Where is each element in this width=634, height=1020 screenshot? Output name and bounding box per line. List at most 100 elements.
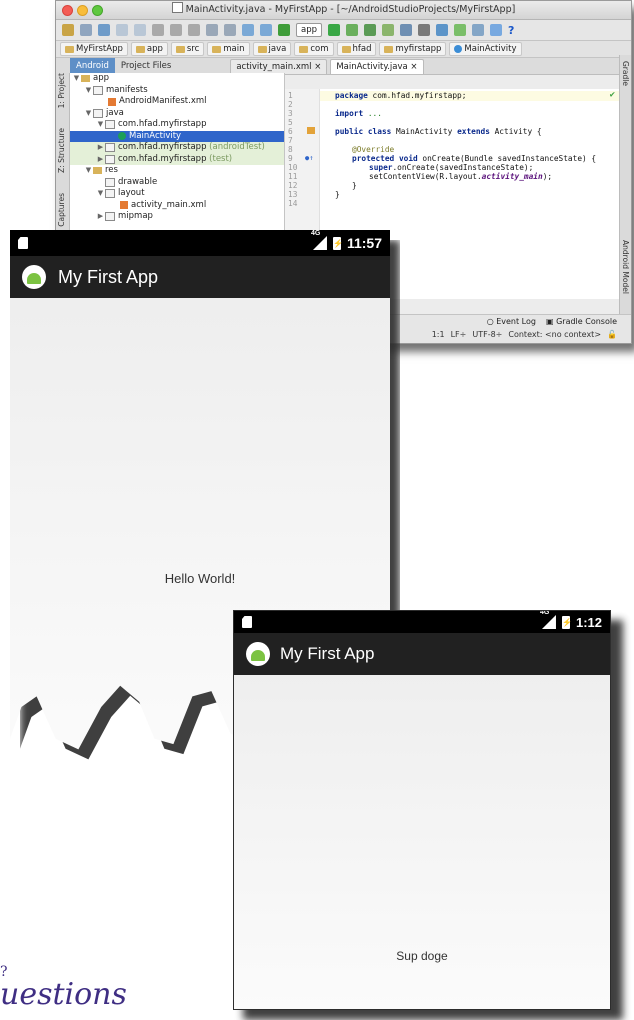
phone-status-bar: 4G 1:12 [234,611,610,633]
folder-icon [384,45,394,53]
open-folder-icon[interactable] [62,24,74,36]
gradle-tool-tab[interactable]: Gradle [621,61,630,86]
project-tool-tab[interactable]: 1: Project [57,73,66,108]
tree-item-layout[interactable]: ▼ layout [70,188,284,200]
breadcrumb-item[interactable]: main [207,42,250,56]
tree-item-manifests[interactable]: ▼ manifests [70,85,284,97]
folder-icon [135,45,145,53]
breadcrumb-item[interactable]: com [294,42,334,56]
cut-icon[interactable] [152,24,164,36]
project-structure-icon[interactable] [436,24,448,36]
class-icon [118,132,126,141]
tree-item-res[interactable]: ▼ res [70,165,284,177]
undo-icon[interactable] [116,24,128,36]
paste-icon[interactable] [188,24,200,36]
back-icon[interactable] [242,24,254,36]
tree-item-package-test[interactable]: ▶ com.hfad.myfirstapp (test) [70,153,284,165]
close-window-button[interactable] [62,5,73,16]
redo-icon[interactable] [134,24,146,36]
replace-icon[interactable] [224,24,236,36]
copy-icon[interactable] [170,24,182,36]
breadcrumb-item[interactable]: app [130,42,168,56]
attach-debugger-icon[interactable] [364,24,376,36]
tree-item-mipmap[interactable]: ▶ mipmap [70,211,284,223]
folder-icon [93,108,103,118]
find-icon[interactable] [206,24,218,36]
class-gutter-icon[interactable] [307,127,315,134]
line-number: 7 [288,136,293,145]
code-line: super.onCreate(savedInstanceState); [369,163,534,172]
code-line: } [352,181,357,190]
zoom-window-button[interactable] [92,5,103,16]
window-titlebar: MainActivity.java - MyFirstApp - [~/Andr… [56,1,631,20]
save-icon[interactable] [80,24,92,36]
breadcrumb-item[interactable]: src [170,42,205,56]
tab-android-view[interactable]: Android [70,58,115,74]
make-project-icon[interactable] [278,24,290,36]
sd-card-icon [18,237,28,249]
structure-tool-tab[interactable]: Z: Structure [57,128,66,173]
captures-tool-tab[interactable]: Captures [57,193,66,227]
tree-item-package-android-test[interactable]: ▶ com.hfad.myfirstapp (androidTest) [70,142,284,154]
gradle-console-button[interactable]: ▣ Gradle Console [546,317,617,326]
tree-item-app[interactable]: ▼ app [70,73,284,85]
profile-icon[interactable] [382,24,394,36]
tab-main-activity-java[interactable]: MainActivity.java × [330,58,424,74]
stop-icon[interactable] [418,24,430,36]
android-model-tool-tab[interactable]: Android Model [621,240,630,294]
android-icon [22,265,46,289]
minimize-window-button[interactable] [77,5,88,16]
sd-card-icon [242,616,252,628]
line-separator[interactable]: LF÷ [451,330,467,339]
code-line: setContentView(R.layout.activity_main); [369,172,553,181]
device-monitor-icon[interactable] [472,24,484,36]
tree-item-drawable[interactable]: drawable [70,177,284,189]
line-number: 9 [288,154,293,163]
folder-icon [299,45,309,53]
folder-icon [212,45,222,53]
questions-heading-partial: uestions [0,977,127,1012]
context-indicator[interactable]: Context: <no context> [508,330,601,339]
breadcrumb-item[interactable]: myfirstapp [379,42,447,56]
help-icon[interactable]: ? [508,24,514,37]
class-icon [454,45,463,53]
battery-icon [561,615,572,629]
breadcrumb-item[interactable]: hfad [336,42,377,56]
tree-item-activity-main-xml[interactable]: activity_main.xml [70,200,284,212]
run-icon[interactable] [328,24,340,36]
battery-icon [332,236,343,250]
override-gutter-icon[interactable]: ●↑ [305,154,313,162]
folder-icon [105,189,115,199]
tree-item-package[interactable]: ▼ com.hfad.myfirstapp [70,119,284,131]
phone-screen-sup: 4G 1:12 My First App Sup doge [233,610,611,1010]
status-time: 11:57 [346,235,382,251]
lock-icon[interactable]: 🔓 [607,330,617,339]
sdk-manager-icon[interactable] [454,24,466,36]
package-icon [105,154,115,164]
event-log-button[interactable]: ○ Event Log [487,317,536,326]
file-encoding[interactable]: UTF-8÷ [472,330,502,339]
package-icon [105,143,115,153]
layout-file-icon [120,201,128,210]
tree-item-android-manifest[interactable]: AndroidManifest.xml [70,96,284,108]
res-folder-icon [93,167,102,175]
breadcrumb-item[interactable]: java [252,42,292,56]
debug-icon[interactable] [346,24,358,36]
code-line: protected void onCreate(Bundle savedInst… [352,154,597,163]
avd-manager-icon[interactable] [400,24,412,36]
tree-item-main-activity[interactable]: MainActivity [70,130,284,142]
status-indicators: 1:1 LF÷ UTF-8÷ Context: <no context> 🔓 [432,330,617,339]
tab-activity-main-xml[interactable]: activity_main.xml × [230,58,328,74]
tree-item-java[interactable]: ▼ java [70,108,284,120]
breadcrumb-item[interactable]: MainActivity [449,42,522,56]
android-monitor-icon[interactable] [490,24,502,36]
breadcrumb-item[interactable]: MyFirstApp [60,42,128,56]
right-tool-strip: Gradle Android Model [619,55,631,343]
sync-icon[interactable] [98,24,110,36]
line-number: 12 [288,181,298,190]
tab-project-files[interactable]: Project Files [115,61,177,71]
code-line: @Override [352,145,395,154]
forward-icon[interactable] [260,24,272,36]
run-config-dropdown[interactable]: app [296,23,322,37]
caret-position[interactable]: 1:1 [432,330,445,339]
